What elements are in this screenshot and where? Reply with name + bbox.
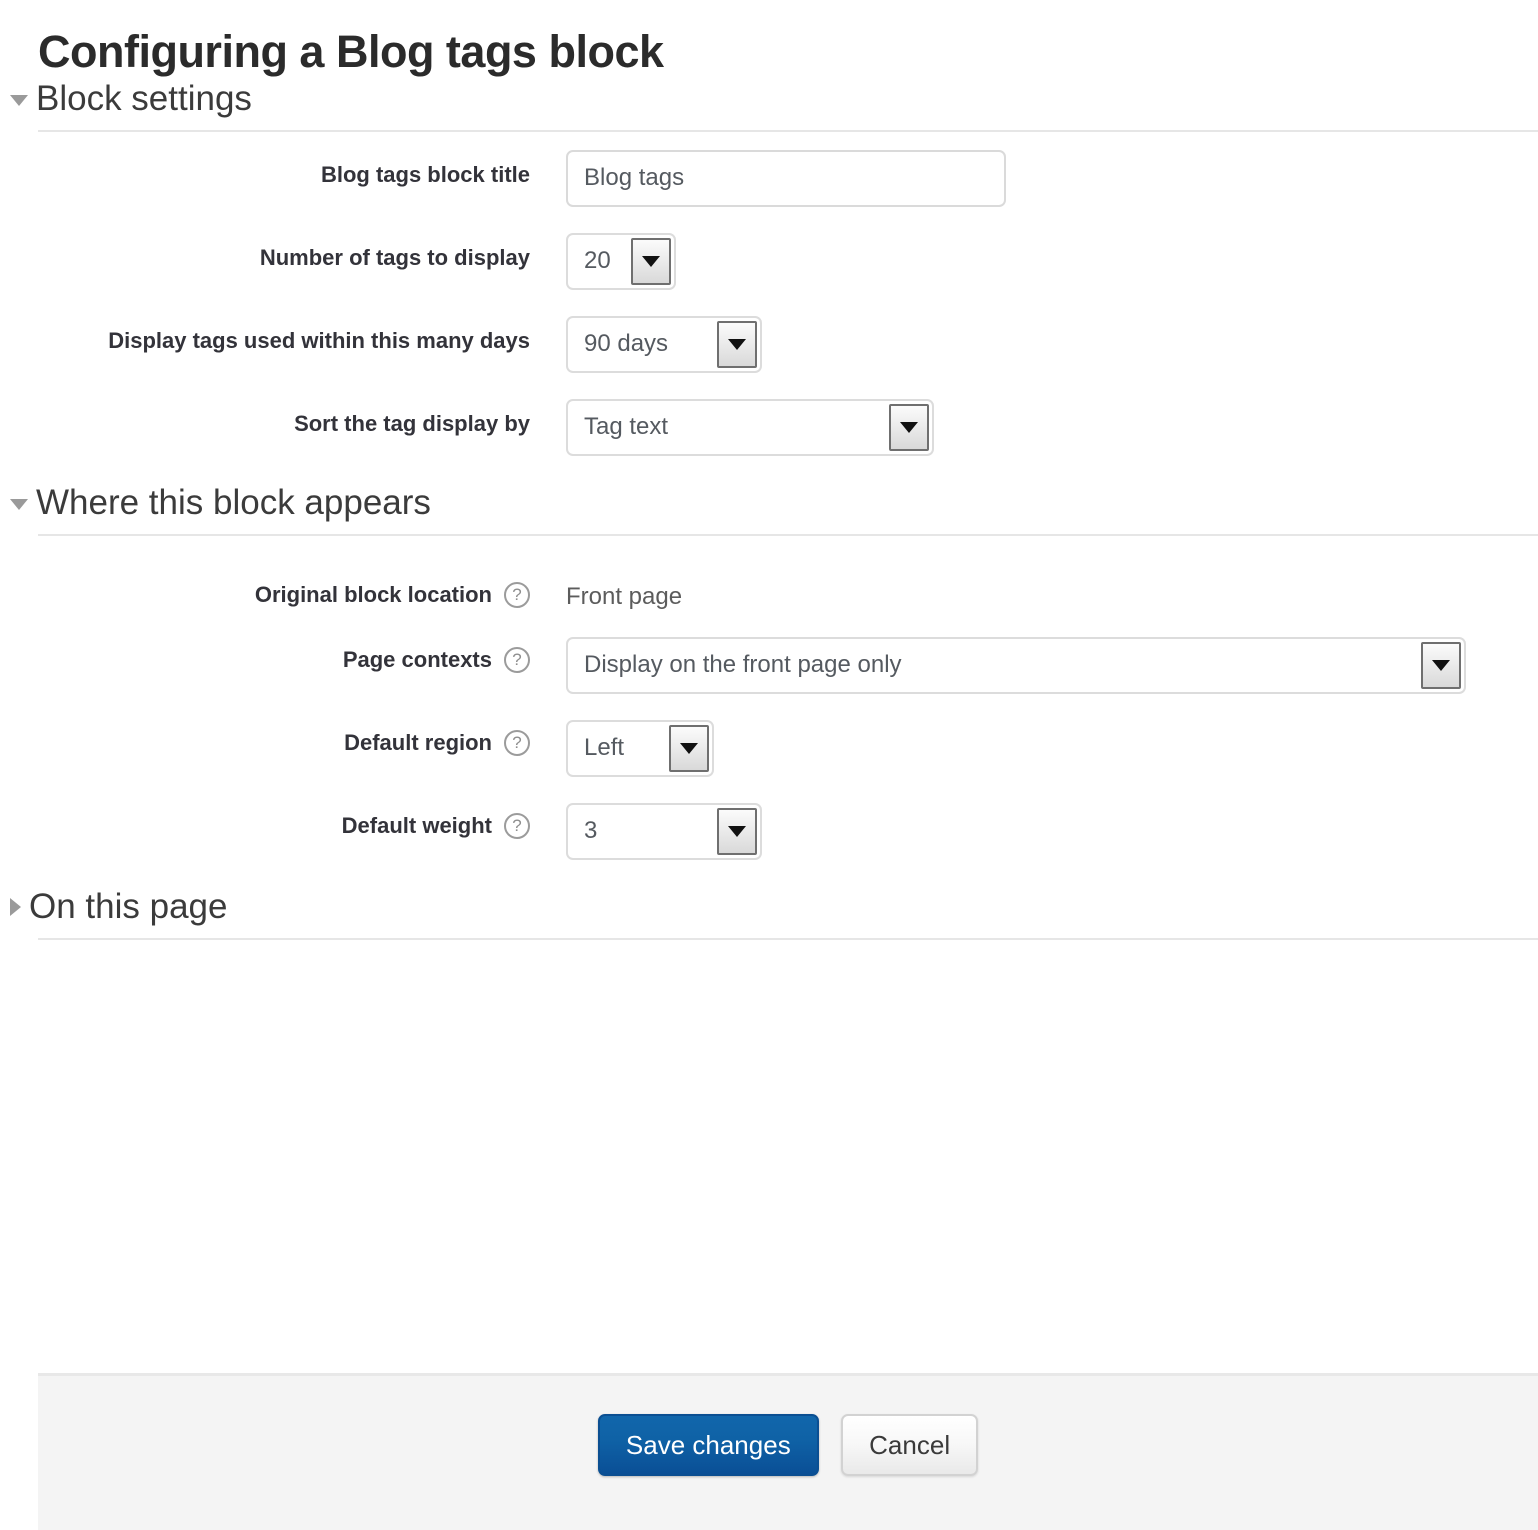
section-title-on-this-page: On this page (29, 886, 228, 926)
label-block-title: Blog tags block title (320, 161, 530, 187)
section-block-settings: Block settings Blog tags block title Num… (0, 78, 1538, 456)
days-select[interactable]: 90 days (566, 315, 762, 373)
number-of-tags-select[interactable]: 20 (566, 232, 676, 290)
triangle-down-icon[interactable] (717, 320, 757, 368)
field-cell-block-title (530, 149, 1538, 207)
section-header-on-this-page[interactable]: On this page (0, 886, 1538, 928)
block-settings-fields: Blog tags block title Number of tags to … (0, 132, 1538, 456)
field-row-page-contexts: Page contexts ? Display on the front pag… (0, 636, 1538, 694)
section-on-this-page: On this page (0, 886, 1538, 940)
field-cell-default-region: Left (530, 719, 1538, 777)
field-row-days: Display tags used within this many days … (0, 315, 1538, 373)
label-default-region: Default region ? (0, 720, 530, 758)
number-of-tags-value: 20 (584, 247, 611, 275)
section-where-block-appears: Where this block appears Original block … (0, 482, 1538, 860)
triangle-down-icon[interactable] (10, 95, 28, 107)
label-number-of-tags: Number of tags to display (259, 244, 530, 270)
field-cell-default-weight: 3 (530, 802, 1538, 860)
label-original-location-text: Original block location (254, 581, 492, 607)
field-row-block-title: Blog tags block title (0, 149, 1538, 207)
where-block-appears-fields: Original block location ? Front page Pag… (0, 536, 1538, 860)
field-row-original-location: Original block location ? Front page (0, 572, 1538, 611)
field-row-number-of-tags: Number of tags to display 20 (0, 232, 1538, 290)
original-location-value: Front page (566, 582, 683, 610)
label-sort-by: Sort the tag display by (294, 410, 530, 436)
save-changes-button[interactable]: Save changes (597, 1414, 819, 1476)
field-row-sort-by: Sort the tag display by Tag text (0, 398, 1538, 456)
label-original-location: Original block location ? (0, 572, 530, 610)
field-cell-original-location: Front page (530, 572, 1538, 611)
field-cell-page-contexts: Display on the front page only (530, 636, 1538, 694)
label-page-contexts-text: Page contexts (342, 646, 492, 672)
label-default-weight-text: Default weight (341, 812, 492, 838)
page-contexts-value: Display on the front page only (584, 651, 902, 679)
section-title-block-settings: Block settings (36, 78, 252, 118)
triangle-right-icon[interactable] (10, 897, 21, 916)
help-circle-icon[interactable]: ? (504, 729, 530, 756)
sort-by-value: Tag text (584, 413, 669, 441)
field-row-default-weight: Default weight ? 3 (0, 802, 1538, 860)
field-cell-number-of-tags: 20 (530, 232, 1538, 290)
section-header-where-block-appears[interactable]: Where this block appears (0, 482, 1538, 524)
triangle-down-icon[interactable] (669, 724, 709, 772)
default-region-value: Left (584, 734, 625, 762)
triangle-down-icon[interactable] (10, 499, 28, 511)
help-circle-icon[interactable]: ? (504, 812, 530, 839)
triangle-down-icon[interactable] (1421, 641, 1461, 689)
help-circle-icon[interactable]: ? (504, 646, 530, 673)
label-default-weight: Default weight ? (0, 803, 530, 841)
sort-by-select[interactable]: Tag text (566, 398, 934, 456)
block-title-input[interactable] (566, 149, 1006, 207)
field-cell-sort-by: Tag text (530, 398, 1538, 456)
section-title-where-block-appears: Where this block appears (36, 482, 431, 522)
triangle-down-icon[interactable] (631, 237, 671, 285)
field-row-default-region: Default region ? Left (0, 719, 1538, 777)
page-contexts-select[interactable]: Display on the front page only (566, 636, 1466, 694)
label-page-contexts: Page contexts ? (0, 637, 530, 675)
cancel-button[interactable]: Cancel (841, 1414, 979, 1476)
default-weight-value: 3 (584, 817, 598, 845)
help-circle-icon[interactable]: ? (504, 581, 530, 608)
field-cell-days: 90 days (530, 315, 1538, 373)
label-default-region-text: Default region (344, 729, 492, 755)
page-title: Configuring a Blog tags block (38, 26, 664, 77)
triangle-down-icon[interactable] (889, 403, 929, 451)
default-region-select[interactable]: Left (566, 719, 714, 777)
section-header-block-settings[interactable]: Block settings (0, 78, 1538, 120)
default-weight-select[interactable]: 3 (566, 802, 762, 860)
triangle-down-icon[interactable] (717, 807, 757, 855)
label-days: Display tags used within this many days (108, 327, 530, 353)
days-value: 90 days (584, 330, 669, 358)
section-divider (38, 937, 1538, 940)
form-actions-footer: Save changes Cancel (38, 1373, 1538, 1530)
